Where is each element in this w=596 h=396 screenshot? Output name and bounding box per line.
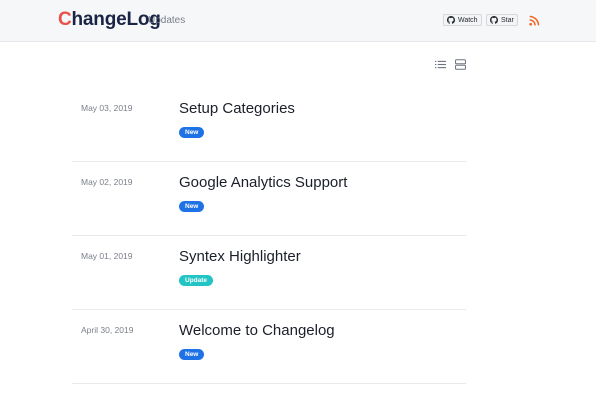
entry-date: May 03, 2019: [81, 103, 133, 113]
entry-title-link[interactable]: Welcome to Changelog: [179, 322, 335, 339]
star-label: Star: [501, 16, 514, 24]
entry-title-link[interactable]: Google Analytics Support: [179, 174, 347, 191]
update-badge: Update: [179, 275, 214, 286]
changelog-entry: April 30, 2019 Welcome to Changelog New: [72, 310, 466, 384]
nav-updates-link[interactable]: Updates: [148, 15, 185, 26]
changelog-entry: May 03, 2019 Setup Categories New: [72, 88, 466, 162]
entry-date: May 01, 2019: [81, 251, 133, 261]
card-view-icon[interactable]: [455, 59, 466, 70]
github-icon: [447, 16, 455, 24]
logo-initial: C: [58, 9, 72, 30]
watch-label: Watch: [458, 16, 478, 24]
entry-date: April 30, 2019: [81, 325, 134, 335]
github-star-button[interactable]: Star: [486, 14, 518, 26]
new-badge: New: [179, 201, 205, 212]
entry-date: May 02, 2019: [81, 177, 133, 187]
github-icon: [490, 16, 498, 24]
site-logo[interactable]: ChangeLog: [58, 9, 161, 31]
rss-icon[interactable]: [529, 15, 540, 26]
top-navbar: ChangeLog Updates Watch Star: [0, 0, 596, 42]
changelog-entry: May 01, 2019 Syntex Highlighter Update: [72, 236, 466, 310]
new-badge: New: [179, 349, 205, 360]
list-view-icon[interactable]: [435, 59, 446, 70]
new-badge: New: [179, 127, 205, 138]
entry-title-link[interactable]: Syntex Highlighter: [179, 248, 301, 265]
changelog-entry: May 02, 2019 Google Analytics Support Ne…: [72, 162, 466, 236]
entry-title-link[interactable]: Setup Categories: [179, 100, 295, 117]
github-watch-button[interactable]: Watch: [443, 14, 482, 26]
